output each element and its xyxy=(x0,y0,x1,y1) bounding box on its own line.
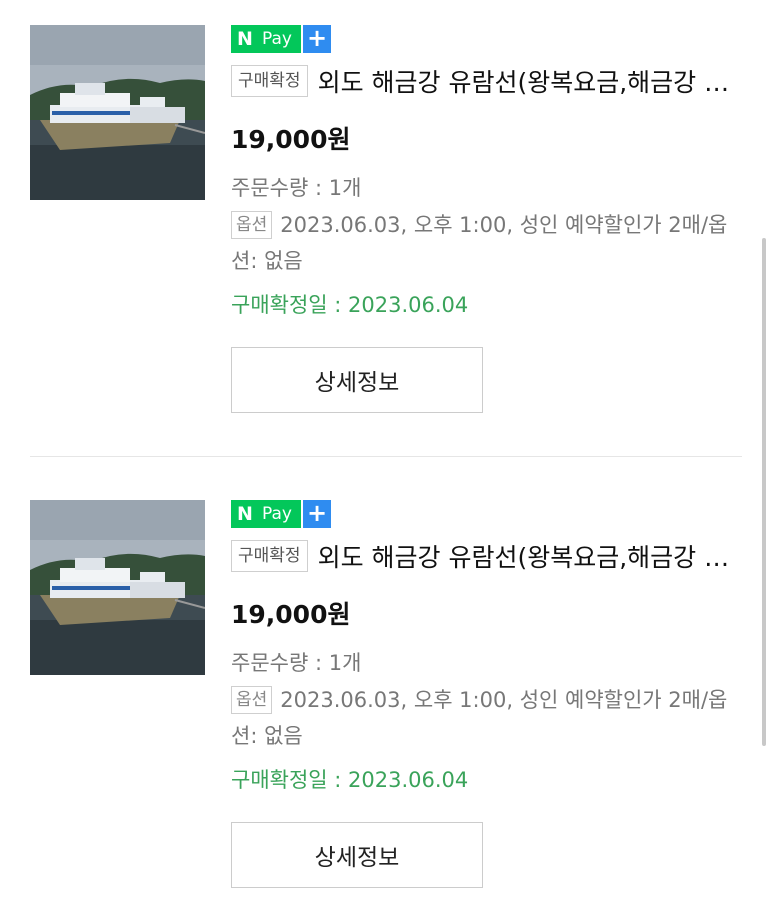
option-text: 2023.06.03, 오후 1:00, 성인 예약할인가 2매/옵션: 없음 xyxy=(231,688,728,748)
option-badge: 옵션 xyxy=(231,211,273,239)
order-quantity: 주문수량 : 1개 xyxy=(231,651,362,675)
order-option: 옵션 2023.06.03, 오후 1:00, 성인 예약할인가 2매/옵션: 없… xyxy=(231,682,731,754)
pay-label: Pay xyxy=(259,500,301,528)
naver-pay-badge: N Pay + xyxy=(231,25,751,53)
option-badge: 옵션 xyxy=(231,686,273,714)
pay-label: Pay xyxy=(259,25,301,53)
product-thumbnail[interactable] xyxy=(30,500,205,675)
scrollbar[interactable] xyxy=(762,238,766,746)
order-option: 옵션 2023.06.03, 오후 1:00, 성인 예약할인가 2매/옵션: 없… xyxy=(231,207,731,279)
purchase-confirm-date: 구매확정일 : 2023.06.04 xyxy=(231,768,469,792)
naver-n-icon: N xyxy=(231,500,259,528)
status-badge: 구매확정 xyxy=(231,65,308,97)
plus-icon: + xyxy=(303,25,331,53)
order-quantity: 주문수량 : 1개 xyxy=(231,176,362,200)
title-row: 구매확정 외도 해금강 유람선(왕복요금,해금강 유람선 선착장) xyxy=(231,63,751,99)
naver-pay-badge: N Pay + xyxy=(231,500,751,528)
order-info: N Pay + 구매확정 외도 해금강 유람선(왕복요금,해금강 유람선 선착장… xyxy=(231,500,751,888)
product-title[interactable]: 외도 해금강 유람선(왕복요금,해금강 유람선 선착장) xyxy=(318,538,751,574)
order-card: N Pay + 구매확정 외도 해금강 유람선(왕복요금,해금강 유람선 선착장… xyxy=(0,475,773,915)
product-price: 19,000원 xyxy=(231,600,351,629)
detail-info-button[interactable]: 상세정보 xyxy=(231,347,483,413)
detail-info-button[interactable]: 상세정보 xyxy=(231,822,483,888)
product-title[interactable]: 외도 해금강 유람선(왕복요금,해금강 유람선 선착장) xyxy=(318,63,751,99)
order-info: N Pay + 구매확정 외도 해금강 유람선(왕복요금,해금강 유람선 선착장… xyxy=(231,25,751,413)
option-text: 2023.06.03, 오후 1:00, 성인 예약할인가 2매/옵션: 없음 xyxy=(231,213,728,273)
product-price: 19,000원 xyxy=(231,125,351,154)
purchase-confirm-date: 구매확정일 : 2023.06.04 xyxy=(231,293,469,317)
naver-n-icon: N xyxy=(231,25,259,53)
order-card: N Pay + 구매확정 외도 해금강 유람선(왕복요금,해금강 유람선 선착장… xyxy=(0,0,773,440)
title-row: 구매확정 외도 해금강 유람선(왕복요금,해금강 유람선 선착장) xyxy=(231,538,751,574)
plus-icon: + xyxy=(303,500,331,528)
divider xyxy=(30,456,742,457)
status-badge: 구매확정 xyxy=(231,540,308,572)
product-thumbnail[interactable] xyxy=(30,25,205,200)
